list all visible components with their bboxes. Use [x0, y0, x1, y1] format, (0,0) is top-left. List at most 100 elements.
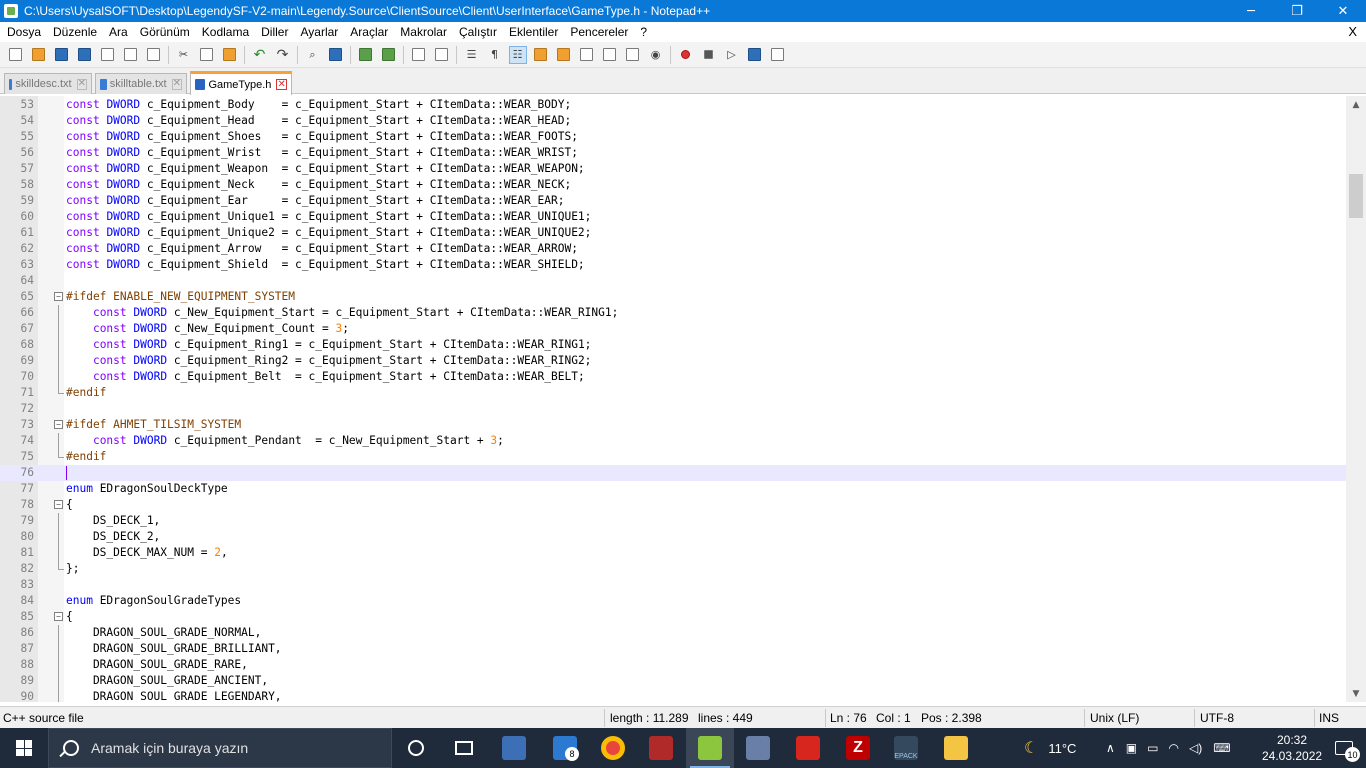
function-list-icon[interactable] — [601, 46, 619, 64]
scroll-up-arrow-icon[interactable]: ▲ — [1346, 96, 1366, 113]
record-macro-icon[interactable] — [677, 46, 695, 64]
code-line[interactable]: 66 const DWORD c_New_Equipment_Start = c… — [0, 305, 1346, 321]
redo-icon[interactable]: ↷ — [274, 46, 292, 64]
code-line[interactable]: 60 const DWORD c_Equipment_Unique1 = c_Eq… — [0, 209, 1346, 225]
taskbar-search-box[interactable]: Aramak için buraya yazın — [48, 728, 392, 768]
code-line[interactable]: 88 DRAGON_SOUL_GRADE_RARE, — [0, 657, 1346, 673]
code-line[interactable]: 72 — [0, 401, 1346, 417]
code-line[interactable]: 57 const DWORD c_Equipment_Weapon = c_Equ… — [0, 161, 1346, 177]
fold-toggle-icon[interactable]: − — [54, 420, 63, 429]
minimize-button[interactable]: ─ — [1228, 0, 1274, 22]
print-icon[interactable] — [145, 46, 163, 64]
code-line[interactable]: 82}; — [0, 561, 1346, 577]
menu-araclar[interactable]: Araçlar — [344, 25, 394, 39]
code-line[interactable]: 76 — [0, 465, 1346, 481]
paste-icon[interactable] — [221, 46, 239, 64]
battery-icon[interactable]: ▭ — [1147, 741, 1158, 755]
volume-icon[interactable]: ◁) — [1189, 741, 1202, 755]
code-line[interactable]: 80 DS_DECK_2, — [0, 529, 1346, 545]
scroll-down-arrow-icon[interactable]: ▼ — [1346, 685, 1366, 702]
save-macro-icon[interactable] — [769, 46, 787, 64]
code-line[interactable]: 69 const DWORD c_Equipment_Ring2 = c_Equ… — [0, 353, 1346, 369]
taskbar-app-chrome[interactable] — [589, 728, 637, 768]
keyboard-icon[interactable]: ⌨ — [1213, 741, 1230, 755]
doc-list-icon[interactable] — [578, 46, 596, 64]
menu-calistir[interactable]: Çalıştır — [453, 25, 503, 39]
task-view-button[interactable] — [440, 728, 488, 768]
code-line[interactable]: 75 #endif — [0, 449, 1346, 465]
code-line[interactable]: 84 enum EDragonSoulGradeTypes — [0, 593, 1346, 609]
menu-ayarlar[interactable]: Ayarlar — [294, 25, 344, 39]
taskbar-app-filezilla[interactable]: Z — [834, 728, 882, 768]
code-line[interactable]: 81 DS_DECK_MAX_NUM = 2, — [0, 545, 1346, 561]
zoom-out-icon[interactable] — [380, 46, 398, 64]
close-all-icon[interactable] — [122, 46, 140, 64]
code-line[interactable]: 86 DRAGON_SOUL_GRADE_NORMAL, — [0, 625, 1346, 641]
run-macro-multiple-icon[interactable] — [746, 46, 764, 64]
taskbar-app-epack[interactable]: EPACK — [882, 728, 930, 768]
scrollbar-thumb[interactable] — [1349, 174, 1363, 218]
close-button[interactable]: ✕ — [1320, 0, 1366, 22]
code-line[interactable]: 56 const DWORD c_Equipment_Wrist = c_Equi… — [0, 145, 1346, 161]
lang-define-icon[interactable] — [532, 46, 550, 64]
wifi-icon[interactable]: ◠ — [1168, 741, 1178, 755]
doc-map-icon[interactable] — [555, 46, 573, 64]
taskbar-app-notepadpp[interactable] — [686, 728, 734, 768]
menu-ara[interactable]: Ara — [103, 25, 134, 39]
code-line[interactable]: 61 const DWORD c_Equipment_Unique2 = c_Eq… — [0, 225, 1346, 241]
save-all-icon[interactable] — [76, 46, 94, 64]
start-button[interactable] — [0, 728, 48, 768]
close-file-icon[interactable] — [99, 46, 117, 64]
code-line[interactable]: 62 const DWORD c_Equipment_Arrow = c_Equi… — [0, 241, 1346, 257]
restore-button[interactable]: ❐ — [1274, 0, 1320, 22]
taskbar-app-virtualbox[interactable] — [734, 728, 782, 768]
word-wrap-icon[interactable]: ☰ — [463, 46, 481, 64]
tab-skilldesc[interactable]: skilldesc.txt ✕ — [4, 73, 92, 94]
zoom-in-icon[interactable] — [357, 46, 375, 64]
menu-pencereler[interactable]: Pencereler — [564, 25, 634, 39]
menu-gorunum[interactable]: Görünüm — [134, 25, 196, 39]
tray-device-icon[interactable]: ▣ — [1126, 741, 1137, 755]
code-editor[interactable]: 53 const DWORD c_Equipment_Body = c_Equip… — [0, 96, 1346, 702]
save-icon[interactable] — [53, 46, 71, 64]
folder-workspace-icon[interactable] — [624, 46, 642, 64]
vertical-scrollbar[interactable]: ▲ ▼ — [1346, 96, 1366, 702]
code-line[interactable]: 74 const DWORD c_Equipment_Pendant = c_N… — [0, 433, 1346, 449]
menu-makrolar[interactable]: Makrolar — [394, 25, 453, 39]
code-line[interactable]: 73 − #ifdef AHMET_TILSIM_SYSTEM — [0, 417, 1346, 433]
code-line[interactable]: 53 const DWORD c_Equipment_Body = c_Equip… — [0, 97, 1346, 113]
code-line[interactable]: 68 const DWORD c_Equipment_Ring1 = c_Equ… — [0, 337, 1346, 353]
taskbar-app-explorer[interactable] — [932, 728, 980, 768]
replace-icon[interactable] — [327, 46, 345, 64]
cortana-button[interactable] — [392, 728, 440, 768]
fold-toggle-icon[interactable]: − — [54, 500, 63, 509]
status-encoding[interactable]: UTF-8 — [1200, 711, 1234, 725]
menu-help[interactable]: ? — [634, 25, 653, 39]
close-document-button[interactable]: X — [1348, 24, 1357, 39]
open-file-icon[interactable] — [30, 46, 48, 64]
code-line[interactable]: 65 − #ifdef ENABLE_NEW_EQUIPMENT_SYSTEM — [0, 289, 1346, 305]
new-file-icon[interactable] — [7, 46, 25, 64]
code-line[interactable]: 63 const DWORD c_Equipment_Shield = c_Equ… — [0, 257, 1346, 273]
cut-icon[interactable]: ✂ — [175, 46, 193, 64]
code-line[interactable]: 83 — [0, 577, 1346, 593]
code-line[interactable]: 58 const DWORD c_Equipment_Neck = c_Equip… — [0, 177, 1346, 193]
tab-close-icon[interactable]: ✕ — [276, 79, 287, 90]
tab-close-icon[interactable]: ✕ — [76, 78, 87, 90]
code-line[interactable]: 59 const DWORD c_Equipment_Ear = c_Equipm… — [0, 193, 1346, 209]
code-line[interactable]: 89 DRAGON_SOUL_GRADE_ANCIENT, — [0, 673, 1346, 689]
show-all-chars-icon[interactable]: ¶ — [486, 46, 504, 64]
status-eol[interactable]: Unix (LF) — [1090, 711, 1139, 725]
sync-horizontal-icon[interactable] — [433, 46, 451, 64]
fold-toggle-icon[interactable]: − — [54, 612, 63, 621]
taskbar-app-game[interactable] — [637, 728, 685, 768]
menu-duzenle[interactable]: Düzenle — [47, 25, 103, 39]
monitoring-icon[interactable]: ◉ — [647, 46, 665, 64]
code-line[interactable]: 54 const DWORD c_Equipment_Head = c_Equip… — [0, 113, 1346, 129]
taskbar-app-mail[interactable]: 8 — [541, 728, 589, 768]
menu-kodlama[interactable]: Kodlama — [196, 25, 255, 39]
code-line[interactable]: 90 DRAGON_SOUL_GRADE_LEGENDARY, — [0, 689, 1346, 702]
code-line[interactable]: 78 −{ — [0, 497, 1346, 513]
code-line[interactable]: 79 DS_DECK_1, — [0, 513, 1346, 529]
code-line[interactable]: 87 DRAGON_SOUL_GRADE_BRILLIANT, — [0, 641, 1346, 657]
